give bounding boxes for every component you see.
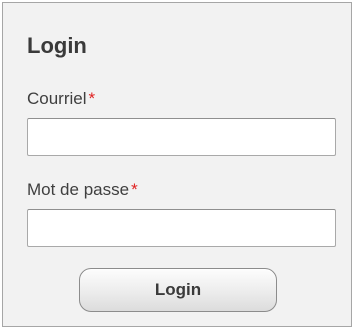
email-label-text: Courriel (27, 89, 87, 108)
email-field[interactable] (27, 118, 336, 156)
password-label: Mot de passe * (27, 180, 138, 200)
login-button[interactable]: Login (79, 268, 277, 312)
login-panel: Login Courriel * Mot de passe * Login (2, 2, 352, 327)
login-title: Login (27, 33, 87, 58)
password-required-mark: * (131, 180, 138, 199)
email-label: Courriel * (27, 89, 95, 109)
password-label-text: Mot de passe (27, 180, 130, 199)
password-field[interactable] (27, 209, 336, 247)
email-required-mark: * (88, 89, 96, 108)
